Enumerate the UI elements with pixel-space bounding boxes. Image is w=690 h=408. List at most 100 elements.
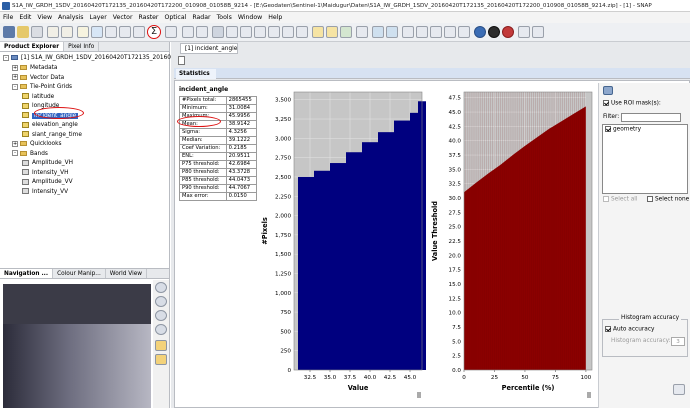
geo-coding-icon[interactable]: [105, 26, 117, 38]
product-node[interactable]: - [1] S1A_IW_GRDH_1SDV_20160420T172135_20…: [3, 54, 193, 63]
select-none-checkbox[interactable]: [647, 196, 653, 202]
tree-node-latitude[interactable]: latitude: [22, 93, 54, 102]
select-none-row[interactable]: Select none: [647, 196, 689, 203]
band-maths-icon[interactable]: [77, 26, 89, 38]
menu-vector[interactable]: Vector: [113, 14, 133, 21]
undo-icon[interactable]: [47, 26, 59, 38]
time-series-icon[interactable]: [532, 26, 544, 38]
auto-accuracy-row[interactable]: Auto accuracy: [605, 326, 654, 333]
pan-tool-icon[interactable]: [240, 26, 252, 38]
tree-node-quicklooks[interactable]: + Quicklooks: [12, 140, 61, 149]
tab-navigation[interactable]: Navigation ...: [0, 269, 54, 278]
open-folder-icon[interactable]: [17, 26, 29, 38]
sync-cursor-nav-icon[interactable]: [155, 354, 167, 365]
new-product-icon[interactable]: [3, 26, 15, 38]
help-icon[interactable]: [673, 384, 685, 395]
tab-product-explorer[interactable]: Product Explorer: [0, 42, 65, 51]
draw-ellipse-icon[interactable]: [296, 26, 308, 38]
statistics-tab[interactable]: Statistics ×: [176, 69, 216, 87]
x-tick-label: 25: [491, 375, 499, 381]
filter-input[interactable]: [621, 113, 681, 122]
menu-optical[interactable]: Optical: [164, 14, 186, 21]
pin-manager-icon[interactable]: [196, 26, 208, 38]
subset-icon[interactable]: [430, 26, 442, 38]
tab-colour-manipulation[interactable]: Colour Manip...: [53, 269, 106, 278]
mosaic-icon[interactable]: [458, 26, 470, 38]
menu-file[interactable]: File: [3, 14, 13, 21]
tree-node-vector-data[interactable]: + Vector Data: [12, 74, 64, 83]
scatter-plot-icon[interactable]: [133, 26, 145, 38]
expand-toggle[interactable]: -: [12, 83, 18, 90]
draw-line-icon[interactable]: [254, 26, 266, 38]
sync-views-icon[interactable]: [372, 26, 384, 38]
zoom-all-icon[interactable]: [155, 324, 167, 335]
red-globe-icon[interactable]: [502, 26, 514, 38]
magic-wand-icon[interactable]: [340, 26, 352, 38]
select-tool-icon[interactable]: [212, 26, 224, 38]
use-roi-checkbox[interactable]: [603, 100, 609, 106]
navigation-preview-image[interactable]: [3, 284, 151, 408]
information-icon[interactable]: [91, 26, 103, 38]
tree-node-intensity-vh[interactable]: Intensity_VH: [22, 169, 68, 178]
draw-rectangle-icon[interactable]: [268, 26, 280, 38]
expand-toggle[interactable]: -: [12, 150, 18, 156]
zoom-out-icon[interactable]: [155, 296, 167, 307]
auto-accuracy-checkbox[interactable]: [605, 326, 611, 332]
tree-node-elevation-angle[interactable]: elevation_angle: [22, 121, 78, 130]
reprojection-icon[interactable]: [416, 26, 428, 38]
world-map-icon[interactable]: [474, 26, 486, 38]
menu-raster[interactable]: Raster: [139, 14, 159, 21]
save-icon[interactable]: [31, 26, 43, 38]
sync-views-nav-icon[interactable]: [155, 340, 167, 351]
collapse-toggle[interactable]: -: [3, 54, 9, 61]
tree-node-metadata[interactable]: + Metadata: [12, 64, 57, 73]
menu-window[interactable]: Window: [238, 14, 262, 21]
profile-plot-icon[interactable]: [165, 26, 177, 38]
expand-toggle[interactable]: +: [12, 64, 18, 71]
mask-checkbox[interactable]: [605, 126, 611, 132]
tree-node-slant-range-time[interactable]: slant_range_time: [22, 131, 82, 140]
night-globe-icon[interactable]: [488, 26, 500, 38]
draw-polygon-icon[interactable]: [282, 26, 294, 38]
menu-radar[interactable]: Radar: [192, 14, 210, 21]
sigma-icon[interactable]: Σ: [147, 25, 161, 39]
tree-node-intensity-vv[interactable]: Intensity_VV: [22, 188, 68, 197]
expand-toggle[interactable]: +: [12, 140, 18, 147]
zoom-pixel-icon[interactable]: [155, 310, 167, 321]
zoom-in-icon[interactable]: [155, 282, 167, 293]
gcp-icon[interactable]: [182, 26, 194, 38]
tab-world-view[interactable]: World View: [106, 269, 148, 278]
menu-view[interactable]: View: [37, 14, 52, 21]
pin-tool-icon[interactable]: [312, 26, 324, 38]
collocation-icon[interactable]: [444, 26, 456, 38]
histogram-icon[interactable]: [119, 26, 131, 38]
tree-node-amplitude-vv[interactable]: Amplitude_VV: [22, 178, 73, 187]
sync-cursor-icon[interactable]: [386, 26, 398, 38]
use-roi-checkbox-row[interactable]: Use ROI mask(s):: [603, 100, 661, 107]
tab-pixel-info[interactable]: Pixel Info: [64, 42, 100, 51]
menu-layer[interactable]: Layer: [90, 14, 107, 21]
menu-tools[interactable]: Tools: [217, 14, 232, 21]
chart-resize-handle[interactable]: [587, 392, 591, 398]
range-finder-icon[interactable]: [356, 26, 368, 38]
tree-node-tie-point-grids[interactable]: - Tie-Point Grids: [12, 83, 72, 92]
accuracy-spinner[interactable]: 3: [671, 337, 685, 346]
gcp-manager-icon[interactable]: [402, 26, 414, 38]
mask-list[interactable]: geometry: [602, 124, 688, 194]
redo-icon[interactable]: [61, 26, 73, 38]
menu-help[interactable]: Help: [268, 14, 282, 21]
tree-node-bands[interactable]: - Bands: [12, 150, 48, 159]
image-view-tab[interactable]: [1] incident_angle: [180, 43, 238, 54]
select-all-row[interactable]: Select all: [603, 196, 638, 203]
chart-resize-handle[interactable]: [417, 392, 421, 398]
menu-analysis[interactable]: Analysis: [58, 14, 84, 21]
select-all-checkbox[interactable]: [603, 196, 609, 202]
refresh-icon[interactable]: [603, 86, 613, 95]
mask-item[interactable]: geometry: [605, 126, 641, 133]
gcp-tool-icon[interactable]: [326, 26, 338, 38]
menu-edit[interactable]: Edit: [19, 14, 31, 21]
tree-node-amplitude-vh[interactable]: Amplitude_VH: [22, 159, 73, 168]
expand-toggle[interactable]: +: [12, 74, 18, 80]
layer-editor-icon[interactable]: [518, 26, 530, 38]
zoom-tool-icon[interactable]: [226, 26, 238, 38]
